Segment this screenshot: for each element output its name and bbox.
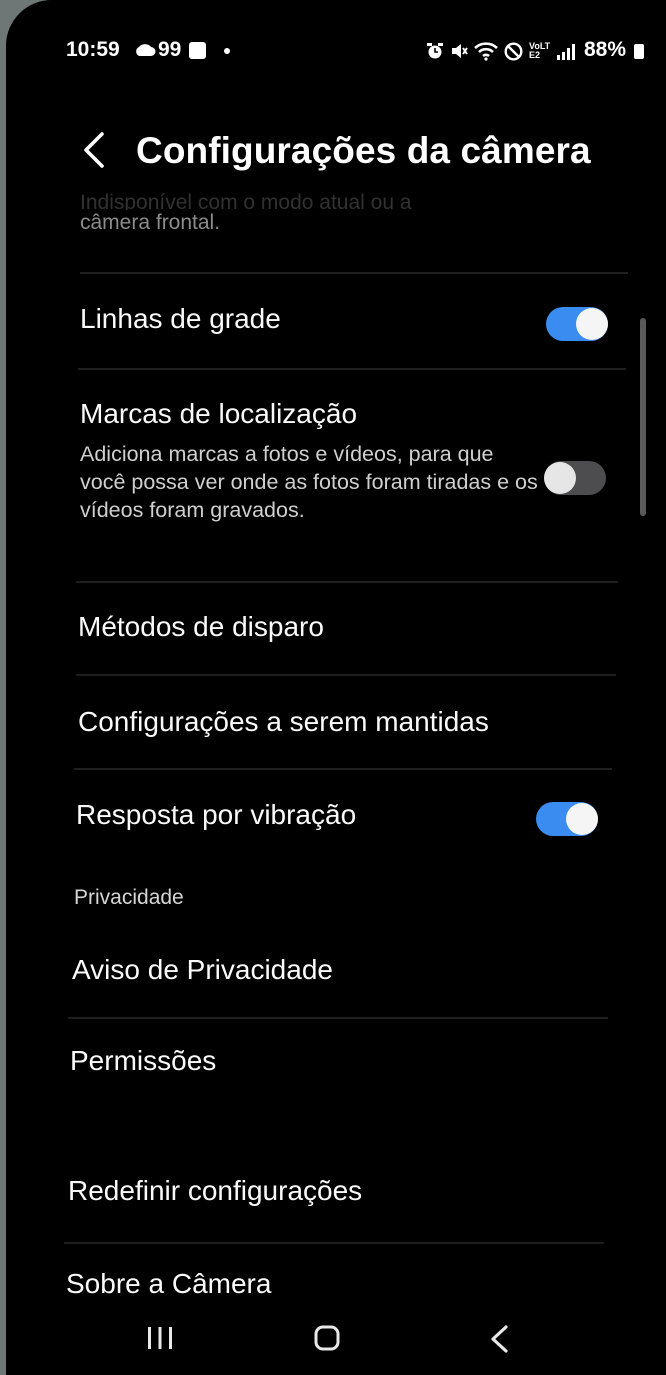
privacy-section-header: Privacidade: [74, 886, 184, 909]
divider: [74, 768, 612, 770]
cloud-icon: [136, 44, 156, 56]
wifi-icon: [474, 42, 498, 61]
permissions-item[interactable]: Permissões: [70, 1045, 216, 1077]
divider: [64, 1242, 604, 1244]
back-button[interactable]: [78, 128, 108, 172]
partial-item-line1: Indisponível com o modo atual ou a: [80, 191, 412, 210]
about-camera-item[interactable]: Sobre a Câmera: [66, 1268, 271, 1300]
divider: [76, 581, 618, 583]
alarm-icon: [427, 43, 443, 59]
notification-count: 99: [158, 38, 182, 61]
home-icon[interactable]: [314, 1325, 340, 1351]
signal-icon: [557, 44, 575, 60]
divider: [76, 674, 616, 676]
location-tags-description: Adiciona marcas a fotos e vídeos, para q…: [80, 442, 538, 522]
vibration-feedback-toggle[interactable]: [536, 802, 598, 836]
status-bar: 10:59 99 VoLTE2 88%: [6, 30, 666, 70]
grid-lines-toggle[interactable]: [546, 307, 608, 341]
battery-text: 88%: [584, 38, 627, 61]
status-time: 10:59: [66, 38, 120, 61]
gallery-icon: [189, 42, 206, 59]
phone-frame: 10:59 99 VoLTE2 88% Configurações da câm…: [6, 0, 666, 1375]
do-not-disturb-icon: [504, 41, 523, 61]
toggle-knob: [544, 462, 576, 494]
mute-icon: [452, 44, 468, 58]
chevron-left-icon: [84, 132, 104, 168]
grid-lines-label: Linhas de grade: [80, 303, 281, 334]
screen: 10:59 99 VoLTE2 88% Configurações da câm…: [6, 0, 666, 1375]
location-tags-toggle[interactable]: [544, 461, 606, 495]
scrollbar[interactable]: [640, 318, 646, 516]
battery-icon: [634, 44, 644, 59]
back-icon[interactable]: [488, 1324, 510, 1354]
shooting-methods-item[interactable]: Métodos de disparo: [78, 611, 324, 643]
divider: [80, 272, 628, 274]
recents-icon[interactable]: [146, 1325, 174, 1351]
page-title: Configurações da câmera: [136, 130, 591, 171]
toggle-knob: [576, 308, 608, 340]
privacy-notice-item[interactable]: Aviso de Privacidade: [72, 954, 333, 986]
vibration-feedback-label: Resposta por vibração: [76, 799, 357, 830]
divider: [78, 368, 626, 370]
reset-settings-item[interactable]: Redefinir configurações: [68, 1175, 362, 1207]
toggle-knob: [566, 803, 598, 835]
partial-item-description: Indisponível com o modo atual ou a câmer…: [80, 190, 520, 236]
dot-icon: [224, 48, 230, 54]
partial-item-line2: câmera frontal.: [80, 211, 221, 234]
location-tags-label: Marcas de localização: [80, 398, 358, 429]
navigation-bar: [6, 1300, 666, 1375]
volte-icon: VoLTE2: [529, 41, 551, 60]
settings-to-keep-item[interactable]: Configurações a serem mantidas: [78, 706, 489, 738]
status-icons: VoLTE2: [426, 41, 575, 61]
divider: [68, 1017, 608, 1019]
